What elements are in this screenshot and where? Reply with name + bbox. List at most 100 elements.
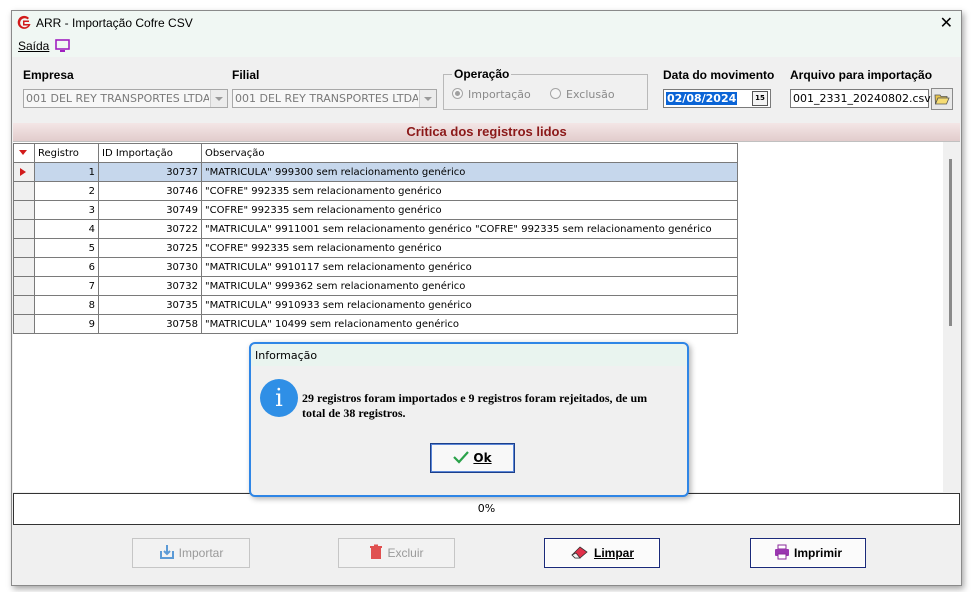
progress-bar: 0% (13, 493, 960, 525)
scrollbar-thumb[interactable] (949, 159, 952, 326)
table-row[interactable]: 3 30749 "COFRE" 992335 sem relacionament… (13, 200, 738, 220)
cell-id[interactable]: 30746 (98, 181, 202, 201)
cell-registro[interactable]: 5 (34, 238, 99, 258)
row-indicator[interactable] (13, 181, 35, 201)
cell-obs[interactable]: "COFRE" 992335 sem relacionamento genéri… (201, 200, 738, 220)
radio-selected-icon (452, 88, 463, 99)
table-row[interactable]: 6 30730 "MATRICULA" 9910117 sem relacion… (13, 257, 738, 277)
table-row[interactable]: 1 30737 "MATRICULA" 999300 sem relaciona… (13, 162, 738, 182)
excluir-button[interactable]: Excluir (338, 538, 455, 568)
app-logo-icon (17, 15, 31, 29)
cell-obs[interactable]: "MATRICULA" 9910117 sem relacionamento g… (201, 257, 738, 277)
dialog-message-line1: 29 registros foram importados e 9 regist… (302, 391, 648, 405)
row-indicator[interactable] (13, 295, 35, 315)
table-row[interactable]: 9 30758 "MATRICULA" 10499 sem relacionam… (13, 314, 738, 334)
data-movimento-value: 02/08/2024 (666, 92, 738, 105)
radio-exclusao[interactable]: Exclusão (550, 88, 615, 101)
cell-id[interactable]: 30749 (98, 200, 202, 220)
cell-registro[interactable]: 2 (34, 181, 99, 201)
arquivo-value: 001_2331_20240802.csv (793, 92, 931, 105)
cell-registro[interactable]: 9 (34, 314, 99, 334)
dialog-message: 29 registros foram importados e 9 regist… (302, 391, 682, 421)
cell-id[interactable]: 30737 (98, 162, 202, 182)
col-observacao[interactable]: Observação (201, 143, 738, 163)
cell-obs[interactable]: "COFRE" 992335 sem relacionamento genéri… (201, 181, 738, 201)
cell-obs[interactable]: "MATRICULA" 999300 sem relacionamento ge… (201, 162, 738, 182)
row-indicator[interactable] (13, 200, 35, 220)
printer-icon (774, 544, 789, 560)
cell-registro[interactable]: 4 (34, 219, 99, 239)
cell-obs[interactable]: "COFRE" 992335 sem relacionamento genéri… (201, 238, 738, 258)
cell-id[interactable]: 30732 (98, 276, 202, 296)
records-grid: Registro ID Importação Observação 1 3073… (13, 143, 738, 334)
title-bar: ARR - Importação Cofre CSV ✕ (12, 11, 961, 37)
cell-registro[interactable]: 8 (34, 295, 99, 315)
limpar-label: Limpar (593, 546, 634, 560)
current-row-icon (20, 168, 26, 176)
chevron-down-icon[interactable] (419, 90, 436, 107)
eraser-icon (571, 546, 588, 559)
row-indicator[interactable] (13, 257, 35, 277)
menu-saida[interactable]: Saída (18, 39, 49, 53)
arquivo-label: Arquivo para importação (790, 68, 933, 82)
cell-obs[interactable]: "MATRICULA" 9911001 sem relacionamento g… (201, 219, 738, 239)
section-title: Critica dos registros lidos (13, 123, 960, 141)
row-indicator[interactable] (13, 314, 35, 334)
filial-select[interactable]: 001 DEL REY TRANSPORTES LTDA (232, 89, 437, 108)
browse-file-button[interactable] (931, 88, 953, 110)
cell-id[interactable]: 30730 (98, 257, 202, 277)
dialog-title-bar: Informação (251, 344, 687, 366)
empresa-select[interactable]: 001 DEL REY TRANSPORTES LTDA (23, 89, 228, 108)
empresa-value: 001 DEL REY TRANSPORTES LTDA (26, 92, 209, 105)
limpar-button[interactable]: Limpar (544, 538, 660, 568)
cell-obs[interactable]: "MATRICULA" 9910933 sem relacionamento g… (201, 295, 738, 315)
row-indicator[interactable] (13, 162, 35, 182)
dialog-message-line2: total de 38 registros. (302, 406, 406, 420)
col-registro[interactable]: Registro (34, 143, 99, 163)
calendar-icon[interactable]: 15 (752, 91, 768, 106)
info-dialog: Informação i 29 registros foram importad… (249, 342, 689, 497)
arquivo-field[interactable]: 001_2331_20240802.csv (790, 89, 931, 108)
chevron-down-icon[interactable] (210, 90, 227, 107)
row-indicator[interactable] (13, 276, 35, 296)
operacao-label: Operação (452, 67, 512, 81)
importar-button[interactable]: Importar (132, 538, 250, 568)
cell-obs[interactable]: "MATRICULA" 10499 sem relacionamento gen… (201, 314, 738, 334)
trash-icon (370, 544, 383, 559)
cell-id[interactable]: 30725 (98, 238, 202, 258)
cell-id[interactable]: 30758 (98, 314, 202, 334)
table-row[interactable]: 2 30746 "COFRE" 992335 sem relacionament… (13, 181, 738, 201)
data-movimento-field[interactable]: 02/08/2024 15 (663, 89, 771, 108)
ok-label: Ok (473, 451, 492, 465)
close-icon[interactable]: ✕ (940, 14, 953, 32)
cell-registro[interactable]: 7 (34, 276, 99, 296)
table-row[interactable]: 4 30722 "MATRICULA" 9911001 sem relacion… (13, 219, 738, 239)
row-indicator[interactable] (13, 219, 35, 239)
ok-button[interactable]: Ok (430, 443, 515, 473)
cell-registro[interactable]: 1 (34, 162, 99, 182)
cell-id[interactable]: 30722 (98, 219, 202, 239)
imprimir-label: Imprimir (793, 546, 842, 560)
cell-obs[interactable]: "MATRICULA" 999362 sem relacionamento ge… (201, 276, 738, 296)
imprimir-button[interactable]: Imprimir (750, 538, 866, 568)
main-window: ARR - Importação Cofre CSV ✕ Saída Empre… (11, 10, 962, 586)
cell-id[interactable]: 30735 (98, 295, 202, 315)
cell-registro[interactable]: 6 (34, 257, 99, 277)
radio-importacao[interactable]: Importação (452, 88, 531, 101)
menu-bar: Saída (12, 37, 961, 57)
table-row[interactable]: 8 30735 "MATRICULA" 9910933 sem relacion… (13, 295, 738, 315)
checkmark-icon (453, 451, 470, 464)
row-indicator[interactable] (13, 238, 35, 258)
cell-registro[interactable]: 3 (34, 200, 99, 220)
radio-exclusao-label: Exclusão (566, 88, 615, 101)
monitor-icon[interactable] (55, 39, 70, 53)
grid-header-row: Registro ID Importação Observação (13, 143, 738, 163)
vertical-scrollbar[interactable] (943, 142, 960, 492)
col-id-importacao[interactable]: ID Importação (98, 143, 202, 163)
table-row[interactable]: 5 30725 "COFRE" 992335 sem relacionament… (13, 238, 738, 258)
table-row[interactable]: 7 30732 "MATRICULA" 999362 sem relaciona… (13, 276, 738, 296)
radio-importacao-label: Importação (468, 88, 531, 101)
data-movimento-label: Data do movimento (663, 68, 775, 82)
sort-indicator[interactable] (13, 143, 35, 163)
filial-label: Filial (232, 68, 260, 82)
